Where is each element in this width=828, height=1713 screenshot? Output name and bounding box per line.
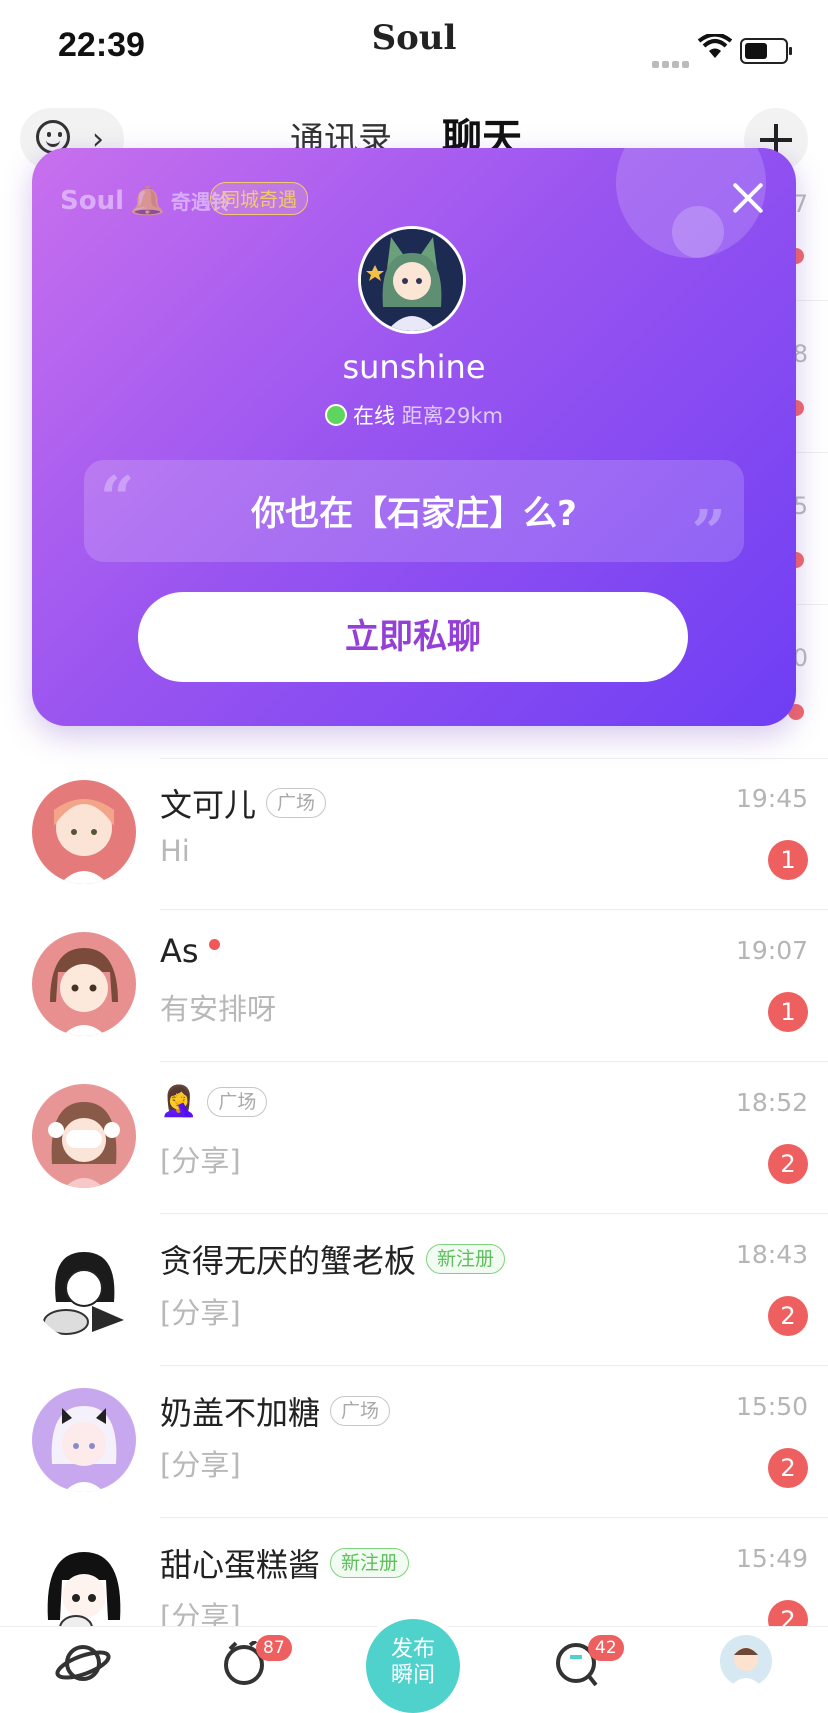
chat-preview: [分享] xyxy=(160,1448,241,1482)
square-tag: 广场 xyxy=(330,1396,391,1426)
unread-badge: 1 xyxy=(768,840,808,880)
decoration xyxy=(672,206,724,258)
publish-button[interactable]: 发布 瞬间 xyxy=(366,1619,460,1713)
chat-name: As xyxy=(160,932,199,970)
unread-badge: 1 xyxy=(768,992,808,1032)
planet-icon[interactable] xyxy=(54,1641,112,1685)
battery-icon xyxy=(740,38,792,64)
greeting-text: 你也在【石家庄】么? xyxy=(251,494,577,534)
unread-badge: 2 xyxy=(768,1296,808,1336)
chat-time: 19:45 xyxy=(735,784,808,813)
city-encounter-tag: 同城奇遇 xyxy=(210,182,309,215)
chat-name: 🤦‍♀️ xyxy=(160,1084,198,1119)
chat-name: 奶盖不加糖 xyxy=(160,1394,321,1432)
wifi-icon xyxy=(698,34,732,58)
bottom-tab-bar: 87 发布 瞬间 42 xyxy=(0,1619,828,1713)
chat-row[interactable]: As 有安排呀 19:07 1 xyxy=(0,910,828,1062)
signal-icon xyxy=(652,53,692,72)
chat-now-button[interactable]: 立即私聊 xyxy=(138,592,688,682)
profile-avatar-icon[interactable] xyxy=(720,1635,772,1687)
chat-preview: 有安排呀 xyxy=(160,992,277,1026)
avatar[interactable] xyxy=(32,1236,136,1340)
chat-preview: [分享] xyxy=(160,1296,241,1330)
popup-username: sunshine xyxy=(342,348,486,386)
chat-preview: Hi xyxy=(160,834,190,868)
chat-row[interactable]: 🤦‍♀️ 广场 [分享] 18:52 2 xyxy=(0,1062,828,1214)
avatar[interactable] xyxy=(32,1388,136,1492)
chat-time: 18:43 xyxy=(735,1240,808,1269)
new-user-tag: 新注册 xyxy=(426,1244,506,1274)
chat-badge: 42 xyxy=(588,1635,624,1661)
square-badge: 87 xyxy=(256,1635,292,1661)
online-status: 在线 距离29km xyxy=(32,400,796,430)
chat-time: 18:52 xyxy=(735,1088,808,1117)
close-icon[interactable] xyxy=(728,178,768,218)
online-indicator-icon xyxy=(324,404,347,426)
chat-time: 15:50 xyxy=(735,1392,808,1421)
avatar[interactable] xyxy=(32,932,136,1036)
chat-preview: [分享] xyxy=(160,1144,241,1178)
unread-badge: 2 xyxy=(768,1448,808,1488)
chat-row[interactable]: 贪得无厌的蟹老板 新注册 [分享] 18:43 2 xyxy=(0,1214,828,1366)
chat-time: 15:49 xyxy=(735,1544,808,1573)
chat-row[interactable]: 文可儿 广场 Hi 19:45 1 xyxy=(0,758,828,910)
chat-name: 文可儿 xyxy=(160,786,257,824)
square-tag: 广场 xyxy=(266,788,327,818)
bell-icon: 🔔 xyxy=(130,184,165,217)
unread-badge: 2 xyxy=(768,1144,808,1184)
greeting-box: “ ” 你也在【石家庄】么? xyxy=(84,460,744,568)
distance-label: 距离29km xyxy=(401,404,504,428)
avatar[interactable] xyxy=(32,1084,136,1188)
encounter-brand: Soul 🔔 奇遇铃 xyxy=(60,184,231,217)
popup-avatar[interactable] xyxy=(358,226,466,334)
chat-name: 甜心蛋糕酱 xyxy=(160,1546,321,1584)
square-tag: 广场 xyxy=(207,1086,268,1117)
chat-time: 19:07 xyxy=(735,936,808,965)
avatar[interactable] xyxy=(32,780,136,884)
chat-name: 贪得无厌的蟹老板 xyxy=(160,1242,417,1280)
encounter-popup: Soul 🔔 奇遇铃 同城奇遇 sunshine 在线 距离29km “ ” 你… xyxy=(32,148,796,726)
brand-logo: Soul xyxy=(60,185,125,216)
new-user-tag: 新注册 xyxy=(330,1548,410,1578)
chat-row[interactable]: 奶盖不加糖 广场 [分享] 15:50 2 xyxy=(0,1366,828,1518)
online-dot xyxy=(208,938,220,950)
online-label: 在线 xyxy=(352,404,395,428)
